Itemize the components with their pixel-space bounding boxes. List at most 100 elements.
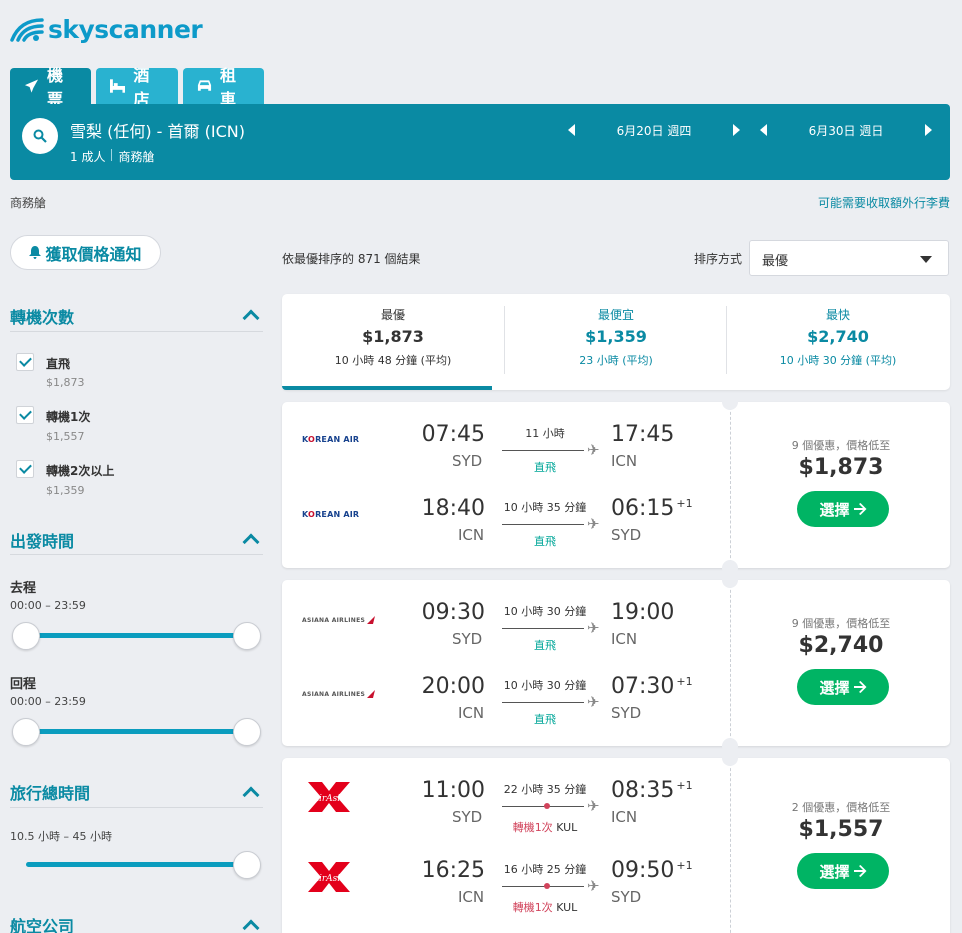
depart-date-picker[interactable]: 6月20日 週四 [568, 120, 740, 140]
search-button[interactable] [22, 118, 58, 154]
flight-duration: 16 小時 25 分鐘 [503, 863, 587, 876]
asiana-wing-icon [367, 690, 376, 698]
stops-text: 直飛 [534, 535, 556, 548]
duration-slider-handle[interactable] [233, 851, 261, 879]
flight-result-card[interactable]: AirAsia 11:00 SYD 22 小時 35 分鐘 ✈ 轉機1次 KUL… [282, 750, 950, 933]
caret-down-icon [920, 256, 932, 263]
flight-line [502, 450, 584, 451]
price: $1,557 [798, 817, 884, 842]
stop-option-label[interactable]: 轉機1次 [46, 408, 90, 425]
stop-option-label[interactable]: 轉機2次以上 [46, 462, 114, 479]
plane-icon [24, 79, 39, 93]
summary-price: $1,873 [362, 327, 424, 346]
return-slider-track[interactable] [26, 729, 248, 734]
baggage-fees-link[interactable]: 可能需要收取額外行李費 [818, 194, 950, 211]
sort-value: 最優 [762, 254, 789, 269]
arrival-airport: SYD [611, 704, 642, 722]
return-date-picker[interactable]: 6月30日 週日 [760, 120, 932, 140]
svg-text:AirAsia: AirAsia [311, 874, 345, 884]
svg-text:AirAsia: AirAsia [311, 794, 345, 804]
tab-label: 租車 [220, 66, 237, 109]
stops-text: 直飛 [534, 713, 556, 726]
select-button[interactable]: 選擇 [797, 669, 889, 705]
next-date-icon[interactable] [925, 124, 932, 136]
search-summary-bar[interactable]: 雪梨 (任何) - 首爾 (ICN) 1 成人 商務艙 6月20日 週四 6月3… [10, 104, 950, 180]
chevron-up-icon[interactable] [242, 786, 260, 804]
stops-filter-title[interactable]: 轉機次數 [10, 304, 74, 328]
route-text[interactable]: 雪梨 (任何) - 首爾 (ICN) [70, 118, 245, 142]
chevron-up-icon[interactable] [242, 919, 260, 933]
summary-duration: 10 小時 48 分鐘 (平均) [334, 354, 452, 367]
select-label: 選擇 [819, 862, 850, 881]
tab-car-hire[interactable]: 租車 [183, 66, 264, 109]
stops-count: 1次 [534, 821, 553, 834]
checkbox-two-plus-stops[interactable] [16, 460, 34, 478]
return-slider-min-handle[interactable] [12, 718, 40, 746]
sort-dropdown[interactable]: 最優 [749, 240, 949, 276]
deals-count: 9 個優惠，價格低至 [791, 617, 891, 630]
flight-result-card[interactable]: ASIANA AIRLINES 09:30 SYD 10 小時 30 分鐘 ✈ … [282, 572, 950, 754]
summary-title: 最快 [825, 308, 850, 322]
stop-option-label[interactable]: 直飛 [46, 355, 70, 372]
divider [730, 580, 731, 746]
arrival-airport: ICN [611, 808, 638, 826]
tab-flights[interactable]: 機票 [10, 66, 91, 109]
tab-hotels[interactable]: 酒店 [96, 66, 178, 109]
tab-label: 酒店 [133, 66, 150, 109]
flight-duration: 11 小時 [525, 427, 565, 440]
summary-tab-cheapest[interactable]: 最便宜 $1,359 23 小時 (平均) [505, 306, 727, 368]
arrival-time-value: 06:15 [611, 496, 675, 521]
flight-result-card[interactable]: KOREAN AIR 07:45 SYD 11 小時 ✈ 直飛 17:45 IC… [282, 394, 950, 576]
select-button[interactable]: 選擇 [797, 491, 889, 527]
prev-date-icon[interactable] [568, 124, 575, 136]
sort-label: 排序方式 [694, 252, 743, 266]
outbound-range: 00:00 – 23:59 [10, 599, 86, 612]
next-day-indicator: +1 [676, 496, 693, 510]
outbound-label: 去程 [10, 581, 37, 596]
arrival-time: 17:45 [611, 422, 674, 447]
price-alert-button[interactable]: 獲取價格通知 [10, 235, 161, 270]
duration-slider-track[interactable] [26, 862, 248, 867]
next-date-icon[interactable] [733, 124, 740, 136]
stop-airport: KUL [556, 821, 578, 834]
passenger-info[interactable]: 1 成人 商務艙 [70, 148, 154, 165]
summary-tab-best[interactable]: 最優 $1,873 10 小時 48 分鐘 (平均) [282, 306, 504, 368]
arrival-airport: SYD [611, 888, 642, 906]
departure-time: 16:25 [421, 858, 485, 883]
arrival-time-value: 07:30 [611, 674, 675, 699]
arrival-time-value: 19:00 [611, 600, 675, 625]
flight-line [502, 886, 584, 887]
return-label: 回程 [10, 677, 37, 692]
asiana-airlines-logo: ASIANA AIRLINES [302, 616, 376, 624]
checkbox-one-stop[interactable] [16, 406, 34, 424]
tab-label: 機票 [47, 66, 64, 109]
product-tabs: 機票 酒店 租車 [10, 66, 264, 109]
departure-airport: ICN [458, 526, 485, 544]
summary-price: $2,740 [807, 327, 869, 346]
price: $2,740 [798, 633, 884, 658]
departure-times-filter-title[interactable]: 出發時間 [10, 528, 74, 552]
skyscanner-logo[interactable]: skyscanner [10, 12, 203, 46]
next-day-indicator: +1 [676, 674, 693, 688]
airlines-filter-title[interactable]: 航空公司 [10, 913, 74, 933]
plane-icon: ✈ [587, 797, 600, 815]
select-button[interactable]: 選擇 [797, 853, 889, 889]
outbound-slider-min-handle[interactable] [12, 622, 40, 650]
bed-icon [110, 79, 126, 93]
airasia-logo: AirAsia [308, 862, 350, 892]
divider [730, 402, 731, 568]
duration-filter-title[interactable]: 旅行總時間 [10, 780, 90, 804]
checkbox-direct[interactable] [16, 353, 34, 371]
outbound-slider-max-handle[interactable] [233, 622, 261, 650]
stop-option-price: $1,557 [46, 430, 85, 443]
stops-text: 直飛 [534, 639, 556, 652]
chevron-up-icon[interactable] [242, 533, 260, 551]
departure-airport: SYD [452, 630, 483, 648]
outbound-slider-track[interactable] [26, 633, 248, 638]
return-slider-max-handle[interactable] [233, 718, 261, 746]
plane-icon: ✈ [587, 619, 600, 637]
chevron-up-icon[interactable] [242, 309, 260, 327]
summary-tab-fastest[interactable]: 最快 $2,740 10 小時 30 分鐘 (平均) [727, 306, 949, 368]
next-day-indicator: +1 [676, 778, 693, 792]
prev-date-icon[interactable] [760, 124, 767, 136]
